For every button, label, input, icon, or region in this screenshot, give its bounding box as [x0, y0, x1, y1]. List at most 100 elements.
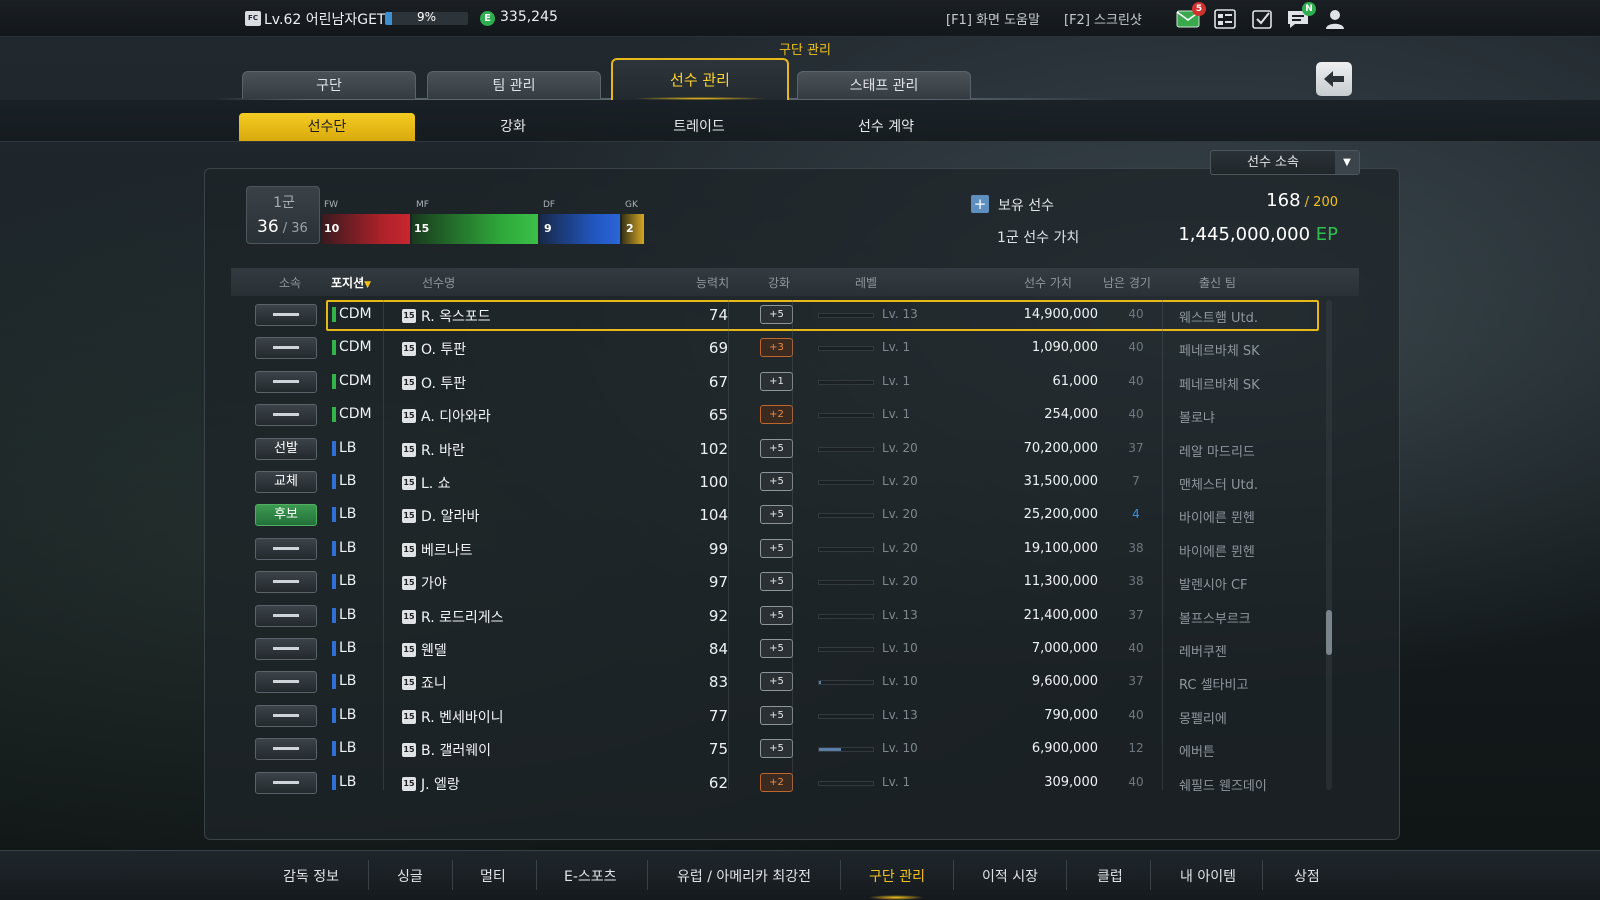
affiliation-button[interactable]	[255, 370, 317, 393]
affiliation-button[interactable]	[255, 537, 317, 560]
col-enhance[interactable]: 강화	[768, 274, 790, 291]
mail-icon[interactable]: 5	[1176, 2, 1206, 30]
origin-club: 페네르바체 SK	[1179, 377, 1260, 393]
table-scrollbar[interactable]	[1326, 300, 1332, 790]
table-row[interactable]: LB 15 J. 엘랑 62 +2 Lv. 1 309,000 40 쉐필드 웬…	[231, 767, 1331, 800]
table-row[interactable]: 후보 LB 15 D. 알라바 104 +5 Lv. 20 25,200,000…	[231, 499, 1331, 532]
tab-staff-management[interactable]: 스태프 관리	[797, 71, 971, 99]
player-name[interactable]: D. 알라바	[421, 506, 479, 526]
player-name[interactable]: A. 디아와라	[421, 406, 491, 426]
nav-esports[interactable]: E-스포츠	[564, 866, 617, 886]
player-name[interactable]: 베르나트	[421, 540, 473, 560]
col-affiliation[interactable]: 소속	[279, 274, 301, 291]
affiliation-button[interactable]	[255, 671, 317, 694]
table-row[interactable]: CDM 15 R. 옥스포드 74 +5 Lv. 13 14,900,000 4…	[231, 299, 1331, 332]
nav-europe-america[interactable]: 유럽 / 아메리카 최강전	[677, 866, 811, 886]
player-name[interactable]: O. 투판	[421, 373, 466, 393]
affiliation-button[interactable]: 선발	[255, 437, 317, 460]
help-shortcut[interactable]: [F1] 화면 도움말	[946, 9, 1040, 28]
col-ovr[interactable]: 능력치	[696, 274, 729, 291]
player-name[interactable]: R. 로드리게스	[421, 607, 504, 627]
table-row[interactable]: LB 15 R. 로드리게스 92 +5 Lv. 13 21,400,000 3…	[231, 600, 1331, 633]
affiliation-button[interactable]: 후보	[255, 504, 317, 527]
table-row[interactable]: LB 15 베르나트 99 +5 Lv. 20 19,100,000 38 바이…	[231, 533, 1331, 566]
profile-icon[interactable]	[1323, 8, 1347, 30]
nav-manager-info[interactable]: 감독 정보	[283, 866, 339, 886]
table-row[interactable]: LB 15 죠니 83 +5 Lv. 10 9,600,000 37 RC 셀타…	[231, 666, 1331, 699]
player-name[interactable]: 가야	[421, 573, 447, 593]
scroll-thumb[interactable]	[1326, 610, 1332, 655]
affiliation-button[interactable]	[255, 404, 317, 427]
table-row[interactable]: 교체 LB 15 L. 쇼 100 +5 Lv. 20 31,500,000 7…	[231, 466, 1331, 499]
player-ovr: 100	[699, 473, 728, 491]
affiliation-filter-select[interactable]: 선수 소속 ▼	[1210, 150, 1360, 175]
col-level[interactable]: 레벨	[855, 274, 877, 291]
nav-multi[interactable]: 멀티	[480, 866, 506, 886]
player-name[interactable]: 죠니	[421, 673, 447, 693]
player-name[interactable]: R. 옥스포드	[421, 306, 491, 326]
player-ovr: 69	[708, 339, 728, 358]
origin-club: 바이에른 뮌헨	[1179, 544, 1255, 560]
nav-club[interactable]: 클럽	[1097, 866, 1123, 886]
sort-down-icon: ▼	[364, 280, 372, 290]
col-value[interactable]: 선수 가치	[1024, 274, 1072, 291]
table-row[interactable]: CDM 15 O. 투판 67 +1 Lv. 1 61,000 40 페네르바체…	[231, 366, 1331, 399]
player-position: LB	[339, 673, 357, 690]
tab-player-management[interactable]: 선수 관리	[611, 58, 789, 100]
affiliation-button[interactable]	[255, 704, 317, 727]
level-progress-bar	[818, 780, 874, 786]
player-name[interactable]: 웬델	[421, 640, 447, 660]
nav-transfer-market[interactable]: 이적 시장	[982, 866, 1038, 886]
player-name[interactable]: B. 갤러웨이	[421, 740, 491, 760]
player-value: 61,000	[1052, 373, 1099, 389]
table-row[interactable]: 선발 LB 15 R. 바란 102 +5 Lv. 20 70,200,000 …	[231, 433, 1331, 466]
news-icon[interactable]: N	[1286, 2, 1316, 30]
affiliation-button[interactable]: 교체	[255, 471, 317, 493]
affiliation-button[interactable]	[255, 571, 317, 594]
nav-shop[interactable]: 상점	[1294, 866, 1320, 886]
tab-club[interactable]: 구단	[242, 71, 416, 99]
roster-icon[interactable]	[1213, 8, 1237, 30]
table-row[interactable]: LB 15 R. 벤세바이니 77 +5 Lv. 13 790,000 40 몽…	[231, 700, 1331, 733]
table-row[interactable]: LB 15 웬델 84 +5 Lv. 10 7,000,000 40 레버쿠젠	[231, 633, 1331, 666]
screenshot-shortcut[interactable]: [F2] 스크린샷	[1064, 9, 1142, 28]
table-row[interactable]: LB 15 B. 갤러웨이 75 +5 Lv. 10 6,900,000 12 …	[231, 733, 1331, 766]
player-ovr: 84	[708, 640, 728, 658]
player-name[interactable]: R. 바란	[421, 440, 465, 460]
col-games[interactable]: 남은 경기	[1103, 274, 1151, 291]
subtab-player-contract[interactable]: 선수 계약	[798, 113, 974, 141]
enhance-badge: +5	[760, 639, 793, 658]
col-position[interactable]: 포지션▼	[331, 274, 371, 291]
affiliation-button[interactable]	[255, 638, 317, 660]
subtab-trade[interactable]: 트레이드	[611, 113, 787, 141]
affiliation-button[interactable]	[255, 304, 317, 326]
back-button[interactable]	[1316, 62, 1352, 96]
player-name[interactable]: R. 벤세바이니	[421, 707, 504, 727]
nav-my-items[interactable]: 내 아이템	[1180, 866, 1236, 886]
checklist-icon[interactable]	[1250, 8, 1274, 30]
nav-separator	[368, 860, 369, 890]
affiliation-button[interactable]	[255, 738, 317, 761]
col-name[interactable]: 선수명	[422, 274, 455, 291]
expand-roster-button[interactable]: +	[971, 195, 989, 213]
col-club[interactable]: 출신 팀	[1199, 274, 1236, 291]
player-name[interactable]: J. 엘랑	[421, 774, 460, 794]
table-row[interactable]: LB 15 가야 97 +5 Lv. 20 11,300,000 38 발렌시아…	[231, 566, 1331, 599]
xp-percent: 9%	[416, 10, 437, 24]
subtab-squad[interactable]: 선수단	[239, 113, 415, 141]
affiliation-button[interactable]	[255, 337, 317, 360]
position-indicator	[332, 474, 336, 489]
tab-team-management[interactable]: 팀 관리	[427, 71, 601, 99]
affiliation-button[interactable]	[255, 771, 317, 794]
subtab-enhance[interactable]: 강화	[425, 113, 601, 141]
player-position: CDM	[339, 339, 372, 356]
player-name[interactable]: O. 투판	[421, 339, 466, 359]
nav-single[interactable]: 싱글	[397, 866, 423, 886]
affiliation-button[interactable]	[255, 604, 317, 627]
nav-club-management[interactable]: 구단 관리	[869, 866, 925, 886]
enhance-badge: +5	[760, 605, 793, 625]
table-row[interactable]: CDM 15 O. 투판 69 +3 Lv. 1 1,090,000 40 페네…	[231, 332, 1331, 365]
table-row[interactable]: CDM 15 A. 디아와라 65 +2 Lv. 1 254,000 40 볼로…	[231, 399, 1331, 432]
player-name[interactable]: L. 쇼	[421, 473, 451, 493]
level-progress-bar	[818, 513, 874, 519]
